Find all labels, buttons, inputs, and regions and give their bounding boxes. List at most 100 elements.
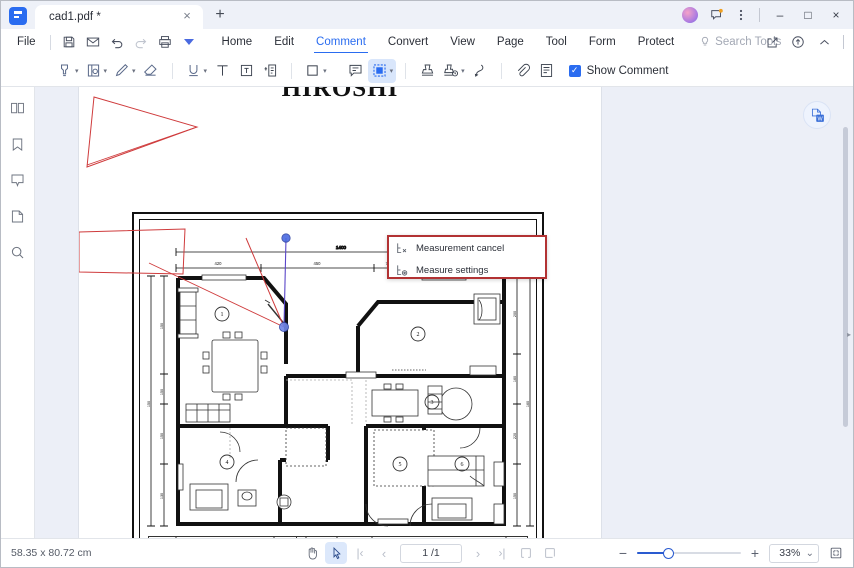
search-panel-icon[interactable] xyxy=(7,241,29,263)
zoom-out-button[interactable]: − xyxy=(615,545,631,561)
svg-text:150: 150 xyxy=(160,389,164,395)
close-window-button[interactable]: × xyxy=(823,2,849,28)
measure-tool-button[interactable]: ▾ xyxy=(367,58,397,83)
underline-tool-button[interactable]: ▾ xyxy=(182,59,211,83)
minimize-button[interactable]: – xyxy=(767,2,793,28)
notification-icon[interactable] xyxy=(706,4,728,26)
attachment-panel-icon[interactable] xyxy=(7,205,29,227)
note-tool-button[interactable] xyxy=(344,59,368,83)
highlight-tool-button[interactable]: ▾ xyxy=(35,59,82,83)
svg-text:150: 150 xyxy=(160,323,164,329)
single-page-view-icon[interactable] xyxy=(515,542,537,564)
page-number-input[interactable]: 1 /1 xyxy=(400,543,462,563)
zoom-level-select[interactable]: 33% ⌄ xyxy=(769,543,819,563)
eraser-tool-button[interactable] xyxy=(139,59,163,83)
application-window: cad1.pdf * × + – □ × File Home Edit Comm… xyxy=(0,0,854,568)
menu-tab-home[interactable]: Home xyxy=(211,29,264,55)
area-highlight-tool-button[interactable]: ▾ xyxy=(82,59,111,83)
text-box-tool-button[interactable] xyxy=(234,59,258,83)
hand-tool-button[interactable] xyxy=(301,542,323,564)
chevron-down-icon[interactable]: ▾ xyxy=(390,67,394,75)
avatar[interactable] xyxy=(682,7,698,23)
measure-settings-menu-item[interactable]: Measure settings xyxy=(389,259,545,281)
menu-bar: File Home Edit Comment Convert View Page… xyxy=(1,29,853,55)
maximize-button[interactable]: □ xyxy=(795,2,821,28)
email-icon[interactable] xyxy=(81,31,105,53)
menu-right-group xyxy=(760,29,849,55)
comment-panel-icon[interactable] xyxy=(7,169,29,191)
first-page-button[interactable]: |‹ xyxy=(349,542,371,564)
pencil-tool-button[interactable]: ▾ xyxy=(110,59,139,83)
menu-tab-comment[interactable]: Comment xyxy=(305,29,377,55)
menu-tab-view[interactable]: View xyxy=(439,29,486,55)
chevron-down-icon[interactable]: ▾ xyxy=(204,67,208,75)
attachment-tool-button[interactable] xyxy=(511,59,535,83)
pdf-page: HIROSHI 1400 420 450 150 150 150 130 150… xyxy=(79,87,601,538)
next-page-button[interactable]: › xyxy=(467,542,489,564)
new-tab-button[interactable]: + xyxy=(209,5,231,27)
navigation-rail: ▸ xyxy=(1,87,45,538)
menu-tab-tool[interactable]: Tool xyxy=(535,29,578,55)
signature-tool-button[interactable]: ▾ xyxy=(439,59,468,83)
menu-tab-convert[interactable]: Convert xyxy=(377,29,439,55)
rectangle-tool-button[interactable]: ▾ xyxy=(301,59,330,83)
vertical-scrollbar[interactable] xyxy=(843,127,848,427)
chevron-down-icon[interactable]: ▾ xyxy=(461,67,465,75)
title-divider xyxy=(759,8,760,22)
chevron-down-icon[interactable]: ▾ xyxy=(75,67,79,75)
show-comment-toggle[interactable]: ✓ Show Comment xyxy=(568,64,668,77)
last-page-button[interactable]: ›| xyxy=(491,542,513,564)
fit-page-button[interactable] xyxy=(825,542,847,564)
document-heading: HIROSHI xyxy=(281,87,399,102)
more-options-icon[interactable] xyxy=(730,4,752,26)
zoom-slider[interactable] xyxy=(637,546,741,560)
cloud-icon[interactable] xyxy=(786,31,810,53)
pdf-to-word-button[interactable]: W xyxy=(803,101,831,129)
chevron-down-icon[interactable]: ▾ xyxy=(104,67,108,75)
menu-tab-page[interactable]: Page xyxy=(486,29,535,55)
status-bar: 58.35 x 80.72 cm |‹ ‹ 1 /1 › ›| − + 33% … xyxy=(1,538,853,567)
svg-text:150: 150 xyxy=(513,493,517,499)
pin-tool-button[interactable] xyxy=(468,59,492,83)
previous-page-button[interactable]: ‹ xyxy=(373,542,395,564)
callout-tool-button[interactable] xyxy=(258,59,282,83)
workspace: ▸ HIROSHI 1400 xyxy=(1,87,853,538)
toolbar-divider xyxy=(171,62,173,79)
more-icon[interactable] xyxy=(177,31,201,53)
collapse-ribbon-icon[interactable] xyxy=(812,31,836,53)
thumbnails-icon[interactable] xyxy=(7,97,29,119)
share-icon[interactable] xyxy=(760,31,784,53)
continuous-view-icon[interactable] xyxy=(539,542,561,564)
document-tab[interactable]: cad1.pdf * × xyxy=(35,5,203,29)
menu-tab-protect[interactable]: Protect xyxy=(627,29,685,55)
zoom-slider-knob[interactable] xyxy=(663,547,674,559)
menu-tab-form[interactable]: Form xyxy=(578,29,627,55)
comment-list-tool-button[interactable] xyxy=(535,59,559,83)
select-tool-button[interactable] xyxy=(325,542,347,564)
file-menu[interactable]: File xyxy=(9,36,44,48)
chevron-down-icon[interactable]: ▾ xyxy=(323,67,327,75)
viewer-expander[interactable]: ▸ xyxy=(847,330,851,339)
chevron-down-icon[interactable]: ▾ xyxy=(132,67,136,75)
svg-text:160: 160 xyxy=(526,401,530,407)
title-bar-right-group: – □ × xyxy=(682,1,853,29)
stamp-tool-button[interactable] xyxy=(415,59,439,83)
measurement-cancel-menu-item[interactable]: Measurement cancel xyxy=(389,237,545,259)
measure-settings-icon xyxy=(395,264,408,277)
redo-icon[interactable] xyxy=(129,31,153,53)
close-tab-button[interactable]: × xyxy=(179,9,195,25)
zoom-level-value: 33% xyxy=(779,547,801,559)
page-dimensions-label: 58.35 x 80.72 cm xyxy=(11,547,92,559)
save-icon[interactable] xyxy=(57,31,81,53)
zoom-in-button[interactable]: + xyxy=(747,545,763,561)
undo-icon[interactable] xyxy=(105,31,129,53)
measurement-context-menu[interactable]: Measurement cancel Measure settings xyxy=(387,235,547,279)
menu-tab-edit[interactable]: Edit xyxy=(263,29,305,55)
chevron-down-icon[interactable]: ⌄ xyxy=(806,548,814,559)
print-icon[interactable] xyxy=(153,31,177,53)
text-tool-button[interactable] xyxy=(210,59,234,83)
svg-text:420: 420 xyxy=(215,261,223,266)
bookmark-icon[interactable] xyxy=(7,133,29,155)
document-viewer[interactable]: HIROSHI 1400 420 450 150 150 150 130 150… xyxy=(35,87,853,538)
show-comment-checkbox[interactable]: ✓ xyxy=(568,64,581,77)
